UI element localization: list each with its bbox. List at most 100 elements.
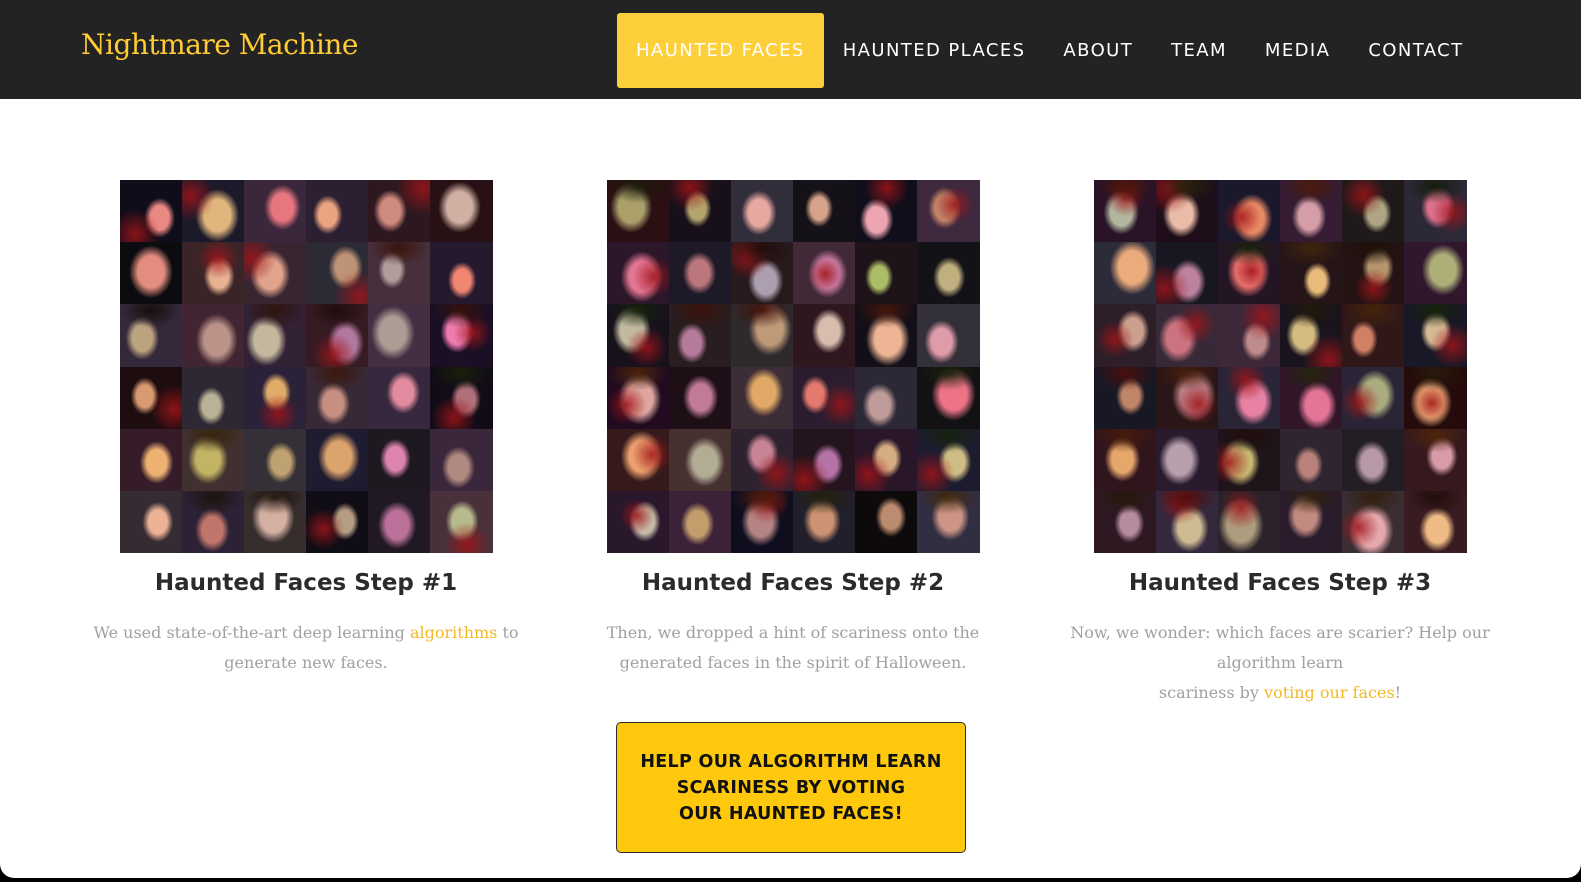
step-2-column: Haunted Faces Step #2 Then, we dropped a…	[553, 180, 1033, 678]
face-tile	[917, 242, 980, 305]
face-tile	[119, 366, 182, 429]
face-tile	[855, 428, 918, 491]
face-tile	[368, 366, 431, 429]
face-tile	[1280, 242, 1343, 305]
face-tile	[1342, 304, 1405, 367]
face-tile	[1280, 304, 1343, 367]
cta-line-2: SCARINESS BY VOTING	[676, 777, 906, 798]
face-tile	[668, 242, 731, 305]
step-1-title: Haunted Faces Step #1	[154, 570, 458, 596]
step-3-column: Haunted Faces Step #3 Now, we wonder: wh…	[1040, 180, 1520, 708]
face-tile	[1280, 366, 1343, 429]
face-tile	[430, 242, 493, 305]
face-tile	[1342, 242, 1405, 305]
face-tile	[1155, 428, 1218, 491]
step-3-text-before: Now, we wonder: which faces are scarier?…	[1070, 623, 1490, 672]
vote-cta-button[interactable]: HELP OUR ALGORITHM LEARN SCARINESS BY VO…	[616, 722, 966, 853]
face-tile	[668, 490, 731, 553]
step-2-title: Haunted Faces Step #2	[641, 570, 945, 596]
face-tile	[1217, 304, 1280, 367]
face-tile	[1280, 180, 1343, 243]
face-tile	[243, 490, 306, 553]
face-tile	[368, 428, 431, 491]
nav-contact[interactable]: CONTACT	[1349, 13, 1482, 88]
face-tile	[793, 304, 856, 367]
face-tile	[1217, 180, 1280, 243]
face-tile	[181, 304, 244, 367]
cta-line-3: OUR HAUNTED FACES!	[679, 803, 903, 824]
face-tile	[1342, 180, 1405, 243]
face-tile	[181, 428, 244, 491]
face-tile	[430, 180, 493, 243]
face-tile	[668, 366, 731, 429]
face-tile	[430, 490, 493, 553]
top-navbar: Nightmare Machine HAUNTED FACES HAUNTED …	[0, 0, 1581, 99]
step-3-description: Now, we wonder: which faces are scarier?…	[1060, 618, 1500, 708]
face-tile	[368, 242, 431, 305]
step-3-text-mid: scariness by	[1158, 683, 1265, 702]
main-nav: HAUNTED FACES HAUNTED PLACES ABOUT TEAM …	[617, 13, 1482, 88]
step-3-title: Haunted Faces Step #3	[1128, 570, 1432, 596]
algorithms-link[interactable]: algorithms	[410, 623, 497, 642]
face-tile	[917, 490, 980, 553]
face-tile	[243, 304, 306, 367]
face-tile	[917, 304, 980, 367]
face-tile	[430, 428, 493, 491]
face-tile	[243, 428, 306, 491]
face-tile	[1342, 366, 1405, 429]
face-tile	[1093, 242, 1156, 305]
face-tile	[1404, 180, 1467, 243]
face-tile	[917, 428, 980, 491]
face-tile	[1404, 428, 1467, 491]
face-tile	[793, 242, 856, 305]
haunted-faces-grid-image	[1093, 180, 1467, 553]
face-tile	[730, 490, 793, 553]
face-tile	[1404, 490, 1467, 553]
face-tile	[1280, 490, 1343, 553]
face-tile	[1217, 366, 1280, 429]
face-tile	[668, 180, 731, 243]
nav-about[interactable]: ABOUT	[1044, 13, 1152, 88]
nav-haunted-faces[interactable]: HAUNTED FACES	[617, 13, 824, 88]
face-tile	[606, 304, 669, 367]
nav-media[interactable]: MEDIA	[1246, 13, 1349, 88]
face-tile	[243, 180, 306, 243]
face-tile	[1093, 428, 1156, 491]
face-tile	[606, 366, 669, 429]
nav-team[interactable]: TEAM	[1152, 13, 1246, 88]
face-tile	[306, 304, 369, 367]
face-tile	[1155, 180, 1218, 243]
face-tile	[368, 180, 431, 243]
face-tile	[917, 366, 980, 429]
face-tile	[306, 180, 369, 243]
face-tile	[181, 180, 244, 243]
cta-label: HELP OUR ALGORITHM LEARN SCARINESS BY VO…	[640, 749, 941, 827]
face-tile	[730, 304, 793, 367]
voting-faces-link[interactable]: voting our faces	[1264, 683, 1395, 702]
face-tile	[1280, 428, 1343, 491]
face-tile	[306, 428, 369, 491]
face-tile	[306, 490, 369, 553]
face-tile	[855, 242, 918, 305]
face-tile	[119, 304, 182, 367]
face-tile	[1093, 180, 1156, 243]
face-tile	[1155, 242, 1218, 305]
nav-haunted-places[interactable]: HAUNTED PLACES	[824, 13, 1045, 88]
face-tile	[793, 366, 856, 429]
face-tile	[1155, 490, 1218, 553]
face-tile	[1155, 366, 1218, 429]
face-tile	[1155, 304, 1218, 367]
step-3-text-after: !	[1394, 683, 1402, 702]
face-tile	[1342, 428, 1405, 491]
face-tile	[730, 242, 793, 305]
face-tile	[306, 366, 369, 429]
face-tile	[368, 304, 431, 367]
face-tile	[1093, 490, 1156, 553]
site-logo[interactable]: Nightmare Machine	[81, 28, 358, 61]
face-tile	[119, 490, 182, 553]
step-1-text-before: We used state-of-the-art deep learning	[93, 623, 410, 642]
step-1-description: We used state-of-the-art deep learning a…	[86, 618, 526, 678]
face-tile	[855, 366, 918, 429]
face-tile	[306, 242, 369, 305]
step-2-description: Then, we dropped a hint of scariness ont…	[606, 623, 980, 672]
